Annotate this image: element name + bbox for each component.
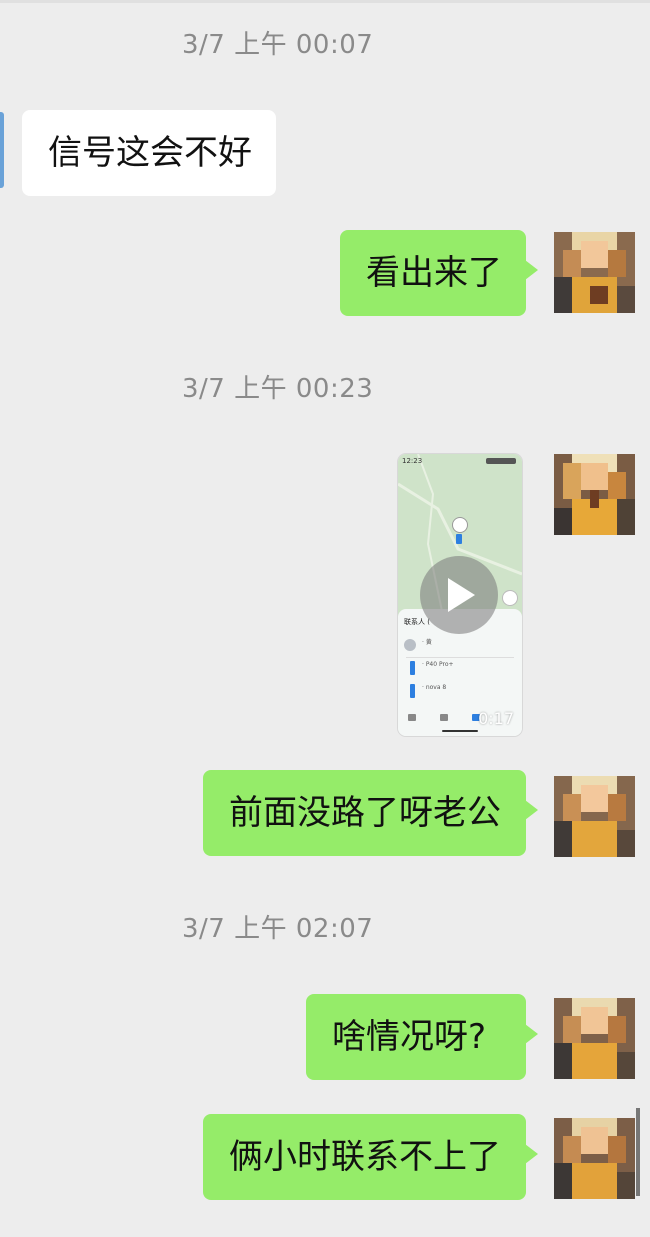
timestamp: 3/7 上午 02:07 [182,914,374,944]
tab-icon [440,714,448,721]
contact-avatar-edge[interactable] [0,112,4,188]
video-status-time: 12:23 [402,457,423,465]
message-text: 啥情况呀? [332,1017,487,1057]
top-divider [0,0,650,3]
timestamp: 3/7 上午 00:23 [182,374,374,404]
device-label: · P40 Pro+ [422,661,454,668]
video-message[interactable]: 12:23 联系人 ( · 黄 · P40 Pro+ · nova 8 0:17 [398,454,522,736]
device-label: · nova 8 [422,684,447,691]
avatar[interactable] [554,1118,635,1199]
message-text: 信号这会不好 [48,133,252,173]
message-text: 俩小时联系不上了 [229,1137,501,1177]
message-bubble-incoming[interactable]: 信号这会不好 [22,110,276,196]
avatar[interactable] [554,998,635,1079]
message-bubble-outgoing[interactable]: 啥情况呀? [306,994,538,1080]
divider [406,657,514,658]
avatar[interactable] [554,232,635,313]
message-bubble-outgoing[interactable]: 前面没路了呀老公 [203,770,538,856]
status-icons [486,458,516,464]
phone-icon [410,661,415,675]
locate-icon [502,590,518,606]
message-text: 前面没路了呀老公 [229,793,501,833]
phone-icon [410,684,415,698]
contact-icon [404,639,416,651]
panel-title: 联系人 ( [404,618,430,626]
home-indicator [442,730,478,732]
play-button[interactable] [420,556,498,634]
message-bubble-outgoing[interactable]: 俩小时联系不上了 [203,1114,538,1200]
tab-icon [408,714,416,721]
video-duration: 0:17 [478,709,514,728]
play-icon [448,578,475,612]
scrollbar[interactable] [636,1108,640,1196]
message-bubble-outgoing[interactable]: 看出来了 [340,230,538,316]
timestamp: 3/7 上午 00:07 [182,30,374,60]
device-marker-icon [456,534,462,544]
avatar[interactable] [554,776,635,857]
message-text: 看出来了 [366,253,502,293]
contact-label: · 黄 [422,639,432,646]
map-marker-icon [452,517,468,533]
avatar[interactable] [554,454,635,535]
